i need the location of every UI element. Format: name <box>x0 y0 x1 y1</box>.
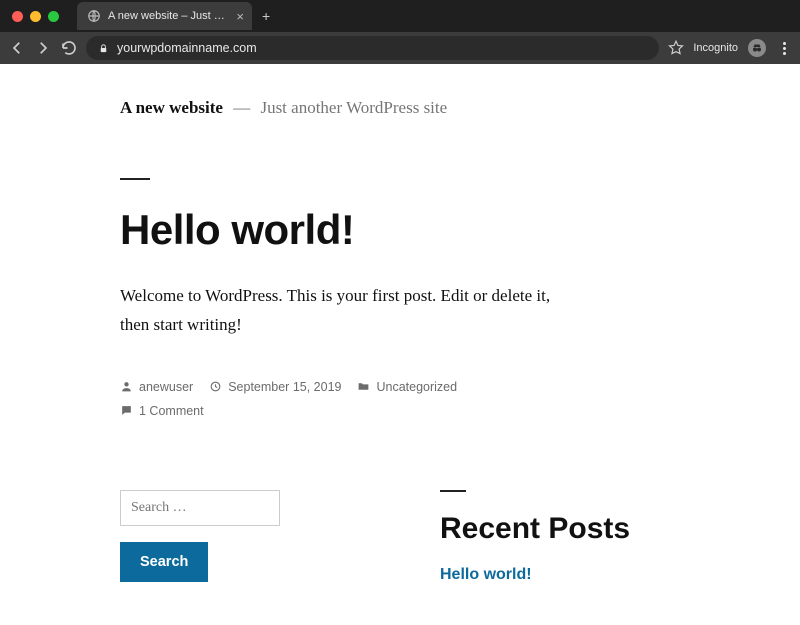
clock-icon <box>209 380 222 393</box>
recent-post-link[interactable]: Hello world! <box>440 566 532 583</box>
recent-posts-heading: Recent Posts <box>440 512 630 546</box>
recent-posts-widget: Recent Posts Hello world! <box>440 490 630 584</box>
incognito-icon <box>748 39 766 57</box>
post-author-link[interactable]: anewuser <box>139 380 193 394</box>
search-widget: Search <box>120 490 280 584</box>
post: Hello world! Welcome to WordPress. This … <box>120 178 800 418</box>
page-content: A new website — Just another WordPress s… <box>0 64 800 625</box>
site-tagline: Just another WordPress site <box>260 98 447 117</box>
post-title-link[interactable]: Hello world! <box>120 206 354 253</box>
tab-title: A new website – Just another WordPress s… <box>108 10 229 22</box>
browser-tab[interactable]: A new website – Just another WordPress s… <box>77 2 252 30</box>
post-category-link[interactable]: Uncategorized <box>376 380 457 394</box>
window-controls <box>8 11 67 22</box>
star-icon[interactable] <box>667 39 685 57</box>
url-input[interactable]: yourwpdomainname.com <box>86 36 659 60</box>
site-header: A new website — Just another WordPress s… <box>120 98 800 118</box>
minimize-window-button[interactable] <box>30 11 41 22</box>
post-comments-link[interactable]: 1 Comment <box>139 404 204 418</box>
new-tab-button[interactable]: + <box>262 8 270 24</box>
close-window-button[interactable] <box>12 11 23 22</box>
search-input[interactable] <box>120 490 280 526</box>
lock-icon <box>98 43 109 54</box>
reload-button[interactable] <box>60 39 78 57</box>
search-button[interactable]: Search <box>120 542 208 582</box>
comment-icon <box>120 404 133 417</box>
browser-tab-strip: A new website – Just another WordPress s… <box>0 0 800 32</box>
maximize-window-button[interactable] <box>48 11 59 22</box>
post-meta: anewuser September 15, 2019 Uncategorize… <box>120 380 680 418</box>
back-button[interactable] <box>8 39 26 57</box>
site-title-link[interactable]: A new website <box>120 98 223 117</box>
url-text: yourwpdomainname.com <box>117 41 257 55</box>
browser-menu-button[interactable] <box>776 42 792 55</box>
author-icon <box>120 380 133 393</box>
folder-icon <box>357 380 370 393</box>
address-bar: yourwpdomainname.com Incognito <box>0 32 800 64</box>
post-divider <box>120 178 150 180</box>
incognito-label: Incognito <box>693 42 738 54</box>
post-content: Welcome to WordPress. This is your first… <box>120 282 580 340</box>
globe-icon <box>87 9 101 23</box>
widget-divider <box>440 490 466 492</box>
forward-button[interactable] <box>34 39 52 57</box>
title-separator: — <box>227 98 256 117</box>
close-tab-icon[interactable]: × <box>236 10 244 23</box>
post-date-link[interactable]: September 15, 2019 <box>228 380 341 394</box>
